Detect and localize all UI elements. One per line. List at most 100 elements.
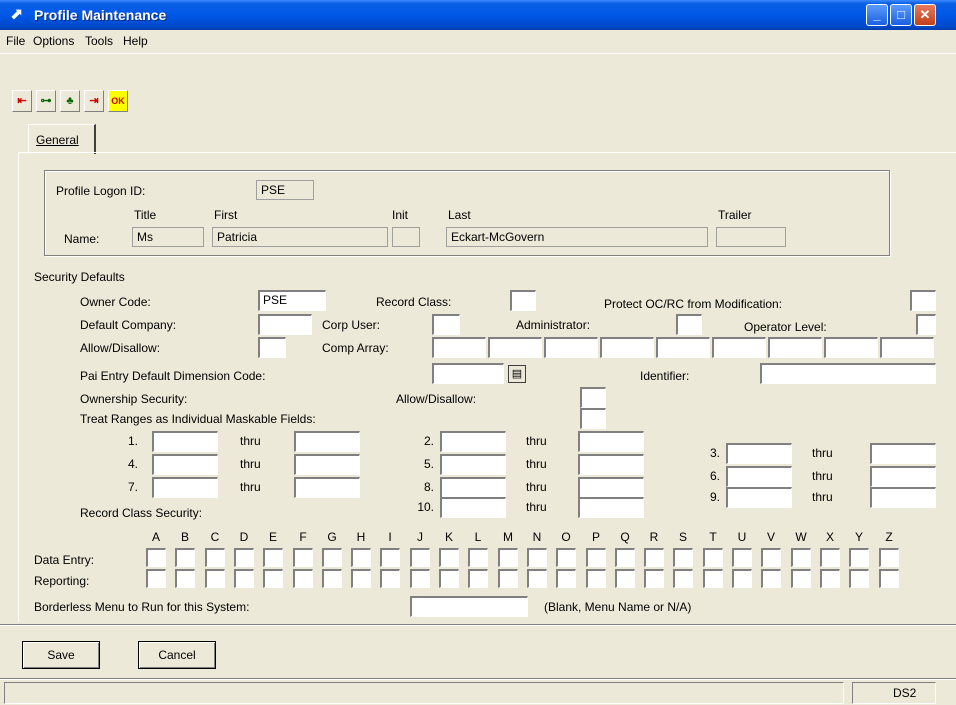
owner-code-input[interactable]: PSE [258, 290, 326, 311]
data-entry-class-checkbox[interactable] [293, 548, 313, 567]
data-entry-class-checkbox[interactable] [673, 548, 693, 567]
range-to-input[interactable] [294, 477, 360, 498]
data-entry-class-checkbox[interactable] [410, 548, 430, 567]
forward-icon[interactable]: ⇥ [84, 90, 104, 112]
comp-array-field[interactable] [768, 337, 822, 358]
data-entry-class-checkbox[interactable] [468, 548, 488, 567]
data-entry-class-checkbox[interactable] [439, 548, 459, 567]
range-to-input[interactable] [578, 497, 644, 518]
corp-user-input[interactable] [432, 314, 460, 335]
reporting-class-checkbox[interactable] [205, 569, 225, 588]
treat-ranges-checkbox[interactable] [580, 408, 606, 429]
data-entry-class-checkbox[interactable] [849, 548, 869, 567]
reporting-class-checkbox[interactable] [527, 569, 547, 588]
range-from-input[interactable] [440, 477, 506, 498]
reporting-class-checkbox[interactable] [439, 569, 459, 588]
reporting-class-checkbox[interactable] [293, 569, 313, 588]
range-to-input[interactable] [578, 454, 644, 475]
range-from-input[interactable] [152, 477, 218, 498]
record-class-input[interactable] [510, 290, 536, 311]
range-from-input[interactable] [726, 487, 792, 508]
reporting-class-checkbox[interactable] [703, 569, 723, 588]
menu-help[interactable]: Help [123, 34, 148, 48]
exit-icon[interactable]: ⇤ [12, 90, 32, 112]
range-from-input[interactable] [726, 443, 792, 464]
range-to-input[interactable] [294, 431, 360, 452]
comp-array-field[interactable] [432, 337, 486, 358]
allow-disallow-input[interactable] [258, 337, 286, 358]
range-from-input[interactable] [152, 431, 218, 452]
range-from-input[interactable] [440, 497, 506, 518]
operator-level-input[interactable] [916, 314, 936, 335]
range-to-input[interactable] [870, 443, 936, 464]
range-from-input[interactable] [440, 431, 506, 452]
reporting-class-checkbox[interactable] [761, 569, 781, 588]
reporting-class-checkbox[interactable] [586, 569, 606, 588]
data-entry-class-checkbox[interactable] [527, 548, 547, 567]
default-company-input[interactable] [258, 314, 312, 335]
reporting-class-checkbox[interactable] [234, 569, 254, 588]
reporting-class-checkbox[interactable] [879, 569, 899, 588]
close-icon[interactable]: ✕ [914, 4, 936, 26]
minimize-icon[interactable]: _ [866, 4, 888, 26]
data-entry-class-checkbox[interactable] [175, 548, 195, 567]
reporting-class-checkbox[interactable] [732, 569, 752, 588]
reporting-class-checkbox[interactable] [615, 569, 635, 588]
administrator-input[interactable] [676, 314, 702, 335]
save-button[interactable]: Save [22, 641, 100, 669]
identifier-input[interactable] [760, 363, 936, 384]
data-entry-class-checkbox[interactable] [879, 548, 899, 567]
reporting-class-checkbox[interactable] [673, 569, 693, 588]
data-entry-class-checkbox[interactable] [820, 548, 840, 567]
data-entry-class-checkbox[interactable] [732, 548, 752, 567]
reporting-class-checkbox[interactable] [410, 569, 430, 588]
range-from-input[interactable] [726, 466, 792, 487]
comp-array-field[interactable] [712, 337, 766, 358]
reporting-class-checkbox[interactable] [263, 569, 283, 588]
data-entry-class-checkbox[interactable] [351, 548, 371, 567]
range-to-input[interactable] [294, 454, 360, 475]
reporting-class-checkbox[interactable] [820, 569, 840, 588]
hierarchy-icon[interactable]: ⊶ [36, 90, 56, 112]
data-entry-class-checkbox[interactable] [791, 548, 811, 567]
ok-help-icon[interactable]: OK [108, 90, 128, 112]
range-to-input[interactable] [578, 477, 644, 498]
range-to-input[interactable] [870, 487, 936, 508]
tree-icon[interactable]: ♣ [60, 90, 80, 112]
comp-array-field[interactable] [824, 337, 878, 358]
range-to-input[interactable] [870, 466, 936, 487]
data-entry-class-checkbox[interactable] [234, 548, 254, 567]
reporting-class-checkbox[interactable] [468, 569, 488, 588]
data-entry-class-checkbox[interactable] [703, 548, 723, 567]
pai-entry-input[interactable] [432, 363, 504, 384]
comp-array-field[interactable] [656, 337, 710, 358]
reporting-class-checkbox[interactable] [498, 569, 518, 588]
comp-array-field[interactable] [880, 337, 934, 358]
maximize-icon[interactable]: □ [890, 4, 912, 26]
tab-general[interactable]: General [28, 124, 96, 154]
range-from-input[interactable] [440, 454, 506, 475]
reporting-class-checkbox[interactable] [351, 569, 371, 588]
data-entry-class-checkbox[interactable] [586, 548, 606, 567]
data-entry-class-checkbox[interactable] [644, 548, 664, 567]
data-entry-class-checkbox[interactable] [556, 548, 576, 567]
menu-options[interactable]: Options [33, 34, 74, 48]
reporting-class-checkbox[interactable] [322, 569, 342, 588]
comp-array-field[interactable] [488, 337, 542, 358]
data-entry-class-checkbox[interactable] [205, 548, 225, 567]
data-entry-class-checkbox[interactable] [615, 548, 635, 567]
ownership-allow-input[interactable] [580, 387, 606, 408]
comp-array-field[interactable] [544, 337, 598, 358]
list-picker-icon[interactable]: ▤ [508, 365, 526, 383]
data-entry-class-checkbox[interactable] [380, 548, 400, 567]
menu-tools[interactable]: Tools [85, 34, 113, 48]
data-entry-class-checkbox[interactable] [263, 548, 283, 567]
cancel-button[interactable]: Cancel [138, 641, 216, 669]
data-entry-class-checkbox[interactable] [322, 548, 342, 567]
reporting-class-checkbox[interactable] [644, 569, 664, 588]
reporting-class-checkbox[interactable] [175, 569, 195, 588]
reporting-class-checkbox[interactable] [380, 569, 400, 588]
data-entry-class-checkbox[interactable] [146, 548, 166, 567]
range-to-input[interactable] [578, 431, 644, 452]
reporting-class-checkbox[interactable] [849, 569, 869, 588]
